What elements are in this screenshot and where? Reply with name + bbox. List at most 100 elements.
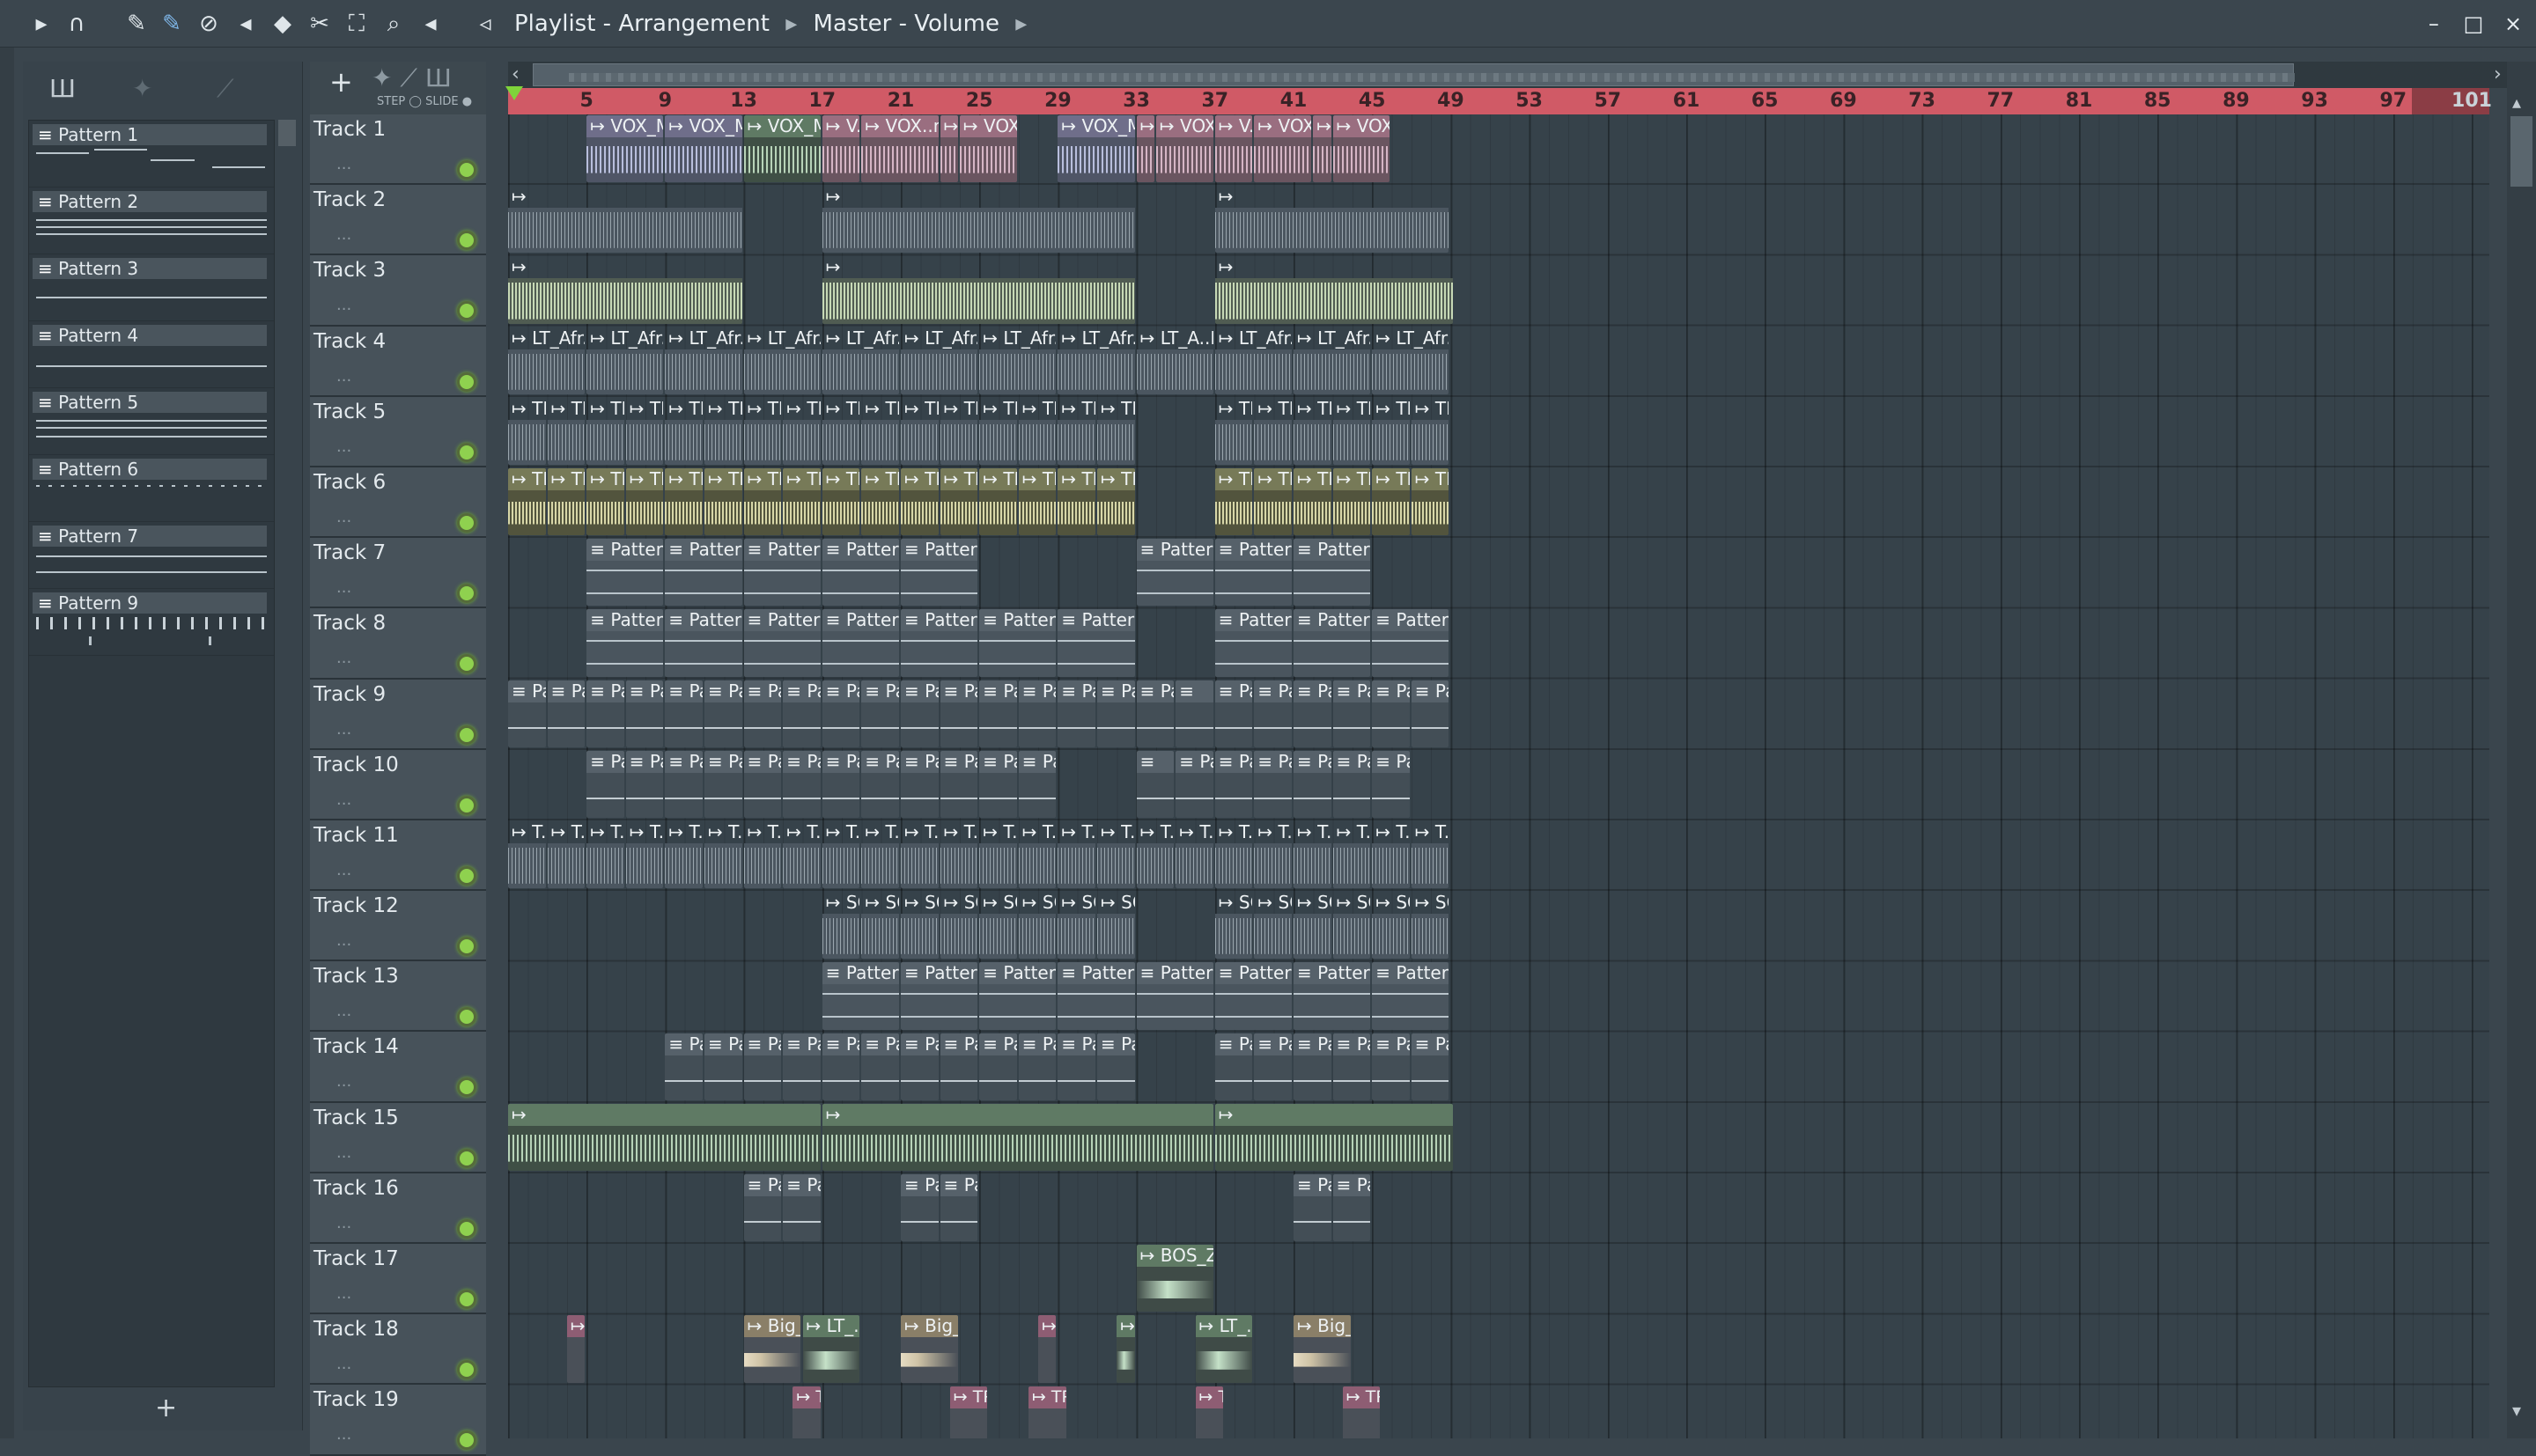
step-slide-toggle[interactable]: STEP ◯ SLIDE ●	[377, 95, 472, 108]
playlist-clip[interactable]: ↦ TP..M)	[979, 468, 1017, 536]
playlist-clip[interactable]: ↦ SO..in	[1018, 892, 1057, 960]
playlist-clip[interactable]: ↦ VOX..min	[959, 115, 1017, 183]
playback-icon[interactable]: ◂	[416, 9, 446, 39]
track-header[interactable]: Track 1...	[310, 114, 486, 186]
zoom-icon[interactable]: ⌕	[379, 9, 409, 39]
playlist-clip[interactable]: ≡ Pa..4	[1294, 750, 1331, 818]
waveform-icon[interactable]: ✦	[372, 63, 392, 92]
overview-scrollbar[interactable]	[533, 63, 2295, 86]
playlist-clip[interactable]: ↦ LT_Afr..0BPM_03	[1214, 327, 1292, 394]
track-header[interactable]: Track 6...	[310, 467, 486, 539]
playlist-clip[interactable]: ≡ Pa..6	[1372, 1033, 1410, 1100]
playlist-clip[interactable]: ↦ TP..M)	[704, 398, 742, 465]
playlist-clip[interactable]: ≡ Pattern 1	[1214, 609, 1292, 677]
playlist-clip[interactable]: ≡ Pa..4	[665, 750, 703, 818]
playlist-clip[interactable]: ≡ Pa..6	[979, 1033, 1017, 1100]
playlist-clip[interactable]: ≡ Pa..4	[1254, 750, 1292, 818]
playlist-clip[interactable]: ↦ TP..M)	[1372, 468, 1410, 536]
playlist-clip[interactable]: ↦	[566, 1315, 586, 1383]
track-header[interactable]: Track 16...	[310, 1173, 486, 1244]
playlist-clip[interactable]: ↦ SO..in	[1254, 892, 1292, 960]
slice-icon[interactable]: ✂	[305, 9, 335, 39]
playlist-clip[interactable]: ↦ VOX_MS_._Ebmin	[1058, 115, 1135, 183]
playlist-clip[interactable]: ↦ T..09 C	[665, 821, 703, 889]
track-enable-led[interactable]	[457, 371, 476, 392]
playlist-clip[interactable]: ↦ TP..M)	[940, 468, 978, 536]
slip-icon[interactable]: ◆	[268, 9, 298, 39]
playlist-clip[interactable]: ↦ T..09 C	[861, 821, 899, 889]
scroll-right-icon[interactable]: ›	[2494, 63, 2502, 85]
playlist-clip[interactable]: ≡ Pa..3	[704, 680, 742, 747]
playlist-clip[interactable]: ≡ Pa..3	[1332, 680, 1371, 747]
playlist-clip[interactable]: ≡ Pa..4	[704, 750, 742, 818]
playlist-clip[interactable]: ≡ Pa..7	[743, 1174, 782, 1242]
playlist-clip[interactable]: ≡ Pa..6	[743, 1033, 782, 1100]
playlist-clip[interactable]: ↦ T..09 C	[1254, 821, 1292, 889]
paint-icon[interactable]: ✎	[157, 9, 187, 39]
playlist-clip[interactable]: ↦ TP..M)	[743, 398, 782, 465]
playlist-clip[interactable]: ↦ TP..M)	[1018, 468, 1057, 536]
playlist-clip[interactable]: ≡ Pa..6	[783, 1033, 821, 1100]
playlist-clip[interactable]: ≡ Pattern 1	[1058, 609, 1135, 677]
track-header[interactable]: Track 17...	[310, 1244, 486, 1315]
playlist-clip[interactable]: ↦ SO..in	[1332, 892, 1371, 960]
playlist-clip[interactable]: ≡ Pattern 5	[822, 962, 899, 1030]
playlist-clip[interactable]: ≡ Pattern 5	[1058, 962, 1135, 1030]
track-enable-led[interactable]	[457, 1360, 476, 1380]
playlist-clip[interactable]: ≡ Pa..3	[861, 680, 899, 747]
playlist-clip[interactable]: ≡ Pattern 1	[586, 609, 664, 677]
playlist-clip[interactable]: ↦ T..09 C	[1332, 821, 1371, 889]
automation-icon[interactable]: ⟋	[400, 63, 417, 92]
mute-icon[interactable]: ◂	[231, 9, 261, 39]
playlist-clip[interactable]: ↦ VOX_MS_._Ebmin	[665, 115, 742, 183]
playlist-clip[interactable]: ≡ Pa..6	[1058, 1033, 1095, 1100]
playlist-clip[interactable]: ≡ Pa..3	[547, 680, 586, 747]
song-overview[interactable]: ‹ ›	[508, 62, 2511, 88]
playlist-clip[interactable]: ≡ Pa..3	[665, 680, 703, 747]
playlist-clip[interactable]: ≡ Pattern 5	[1214, 962, 1292, 1030]
playlist-clip[interactable]: ≡ Pa..6	[665, 1033, 703, 1100]
playlist-clip[interactable]: ≡ Pa..3	[783, 680, 821, 747]
track-header[interactable]: Track 2...	[310, 185, 486, 256]
playlist-clip[interactable]: ↦ VOX_MS_._Ebmin	[743, 115, 821, 183]
playlist-clip[interactable]: ↦ TP..M)	[822, 468, 860, 536]
playlist-clip[interactable]: ↦ T..09 C	[783, 821, 821, 889]
playlist-clip[interactable]: ↦ T..09 C	[1136, 821, 1175, 889]
playlist-clip[interactable]: ↦ T..09 C	[940, 821, 978, 889]
playlist-clip[interactable]: ≡ Pa..n 6	[822, 1033, 860, 1100]
track-enable-led[interactable]	[457, 584, 476, 604]
playlist-clip[interactable]: ≡ Pa..6	[1214, 1033, 1253, 1100]
playlist-clip[interactable]: ↦ V..	[822, 115, 860, 183]
pencil-icon[interactable]: ✎	[122, 9, 151, 39]
playlist-clip[interactable]: ↦ LT_Afr..0BPM_03	[1294, 327, 1371, 394]
playlist-clip[interactable]: ↦ T..09 C	[1058, 821, 1095, 889]
playlist-clip[interactable]: ↦ TP..M)	[1411, 398, 1449, 465]
playlist-clip[interactable]: ≡	[1176, 680, 1213, 747]
track-header[interactable]: Track 14...	[310, 1032, 486, 1103]
playlist-clip[interactable]: ↦	[508, 1103, 821, 1171]
pattern-item[interactable]: Pattern 2	[29, 188, 274, 254]
track-enable-led[interactable]	[457, 442, 476, 462]
playlist-clip[interactable]: ≡ Pa..3	[743, 680, 782, 747]
close-button[interactable]: ×	[2495, 7, 2531, 40]
playlist-clip[interactable]: ≡ Pa..3	[1214, 680, 1253, 747]
playlist-clip[interactable]: ↦ TP..M)	[1332, 468, 1371, 536]
playlist-clip[interactable]: ↦ Big_..er_1	[743, 1315, 801, 1383]
playlist-clip[interactable]: ↦	[508, 186, 742, 254]
playlist-clip[interactable]: ≡ Pa..3	[1058, 680, 1095, 747]
scroll-left-icon[interactable]: ‹	[512, 63, 520, 85]
playlist-clip[interactable]: ↦ LT_Afr..0BPM_03	[508, 327, 586, 394]
playlist-clip[interactable]: ↦ TP..M)	[1214, 398, 1253, 465]
playlist-clip[interactable]: ↦ TP..M)	[1018, 398, 1057, 465]
playlist-clip[interactable]: ↦ T..09 C	[547, 821, 586, 889]
playlist-clip[interactable]: ↦ SO..in	[901, 892, 939, 960]
playlist-clip[interactable]: ↦ TP..M)	[625, 468, 664, 536]
playlist-clip[interactable]: ≡ Pa..4	[861, 750, 899, 818]
track-enable-led[interactable]	[457, 1430, 476, 1451]
track-enable-led[interactable]	[457, 1077, 476, 1098]
playlist-clip[interactable]: ≡ Pa..n 4	[783, 750, 821, 818]
piano-icon[interactable]: Ш	[49, 74, 76, 103]
playlist-clip[interactable]: ↦ TP..M)	[1214, 468, 1253, 536]
playlist-clip[interactable]: ≡ Pa..6	[861, 1033, 899, 1100]
playlist-clip[interactable]: ↦ TP..M)	[547, 398, 586, 465]
